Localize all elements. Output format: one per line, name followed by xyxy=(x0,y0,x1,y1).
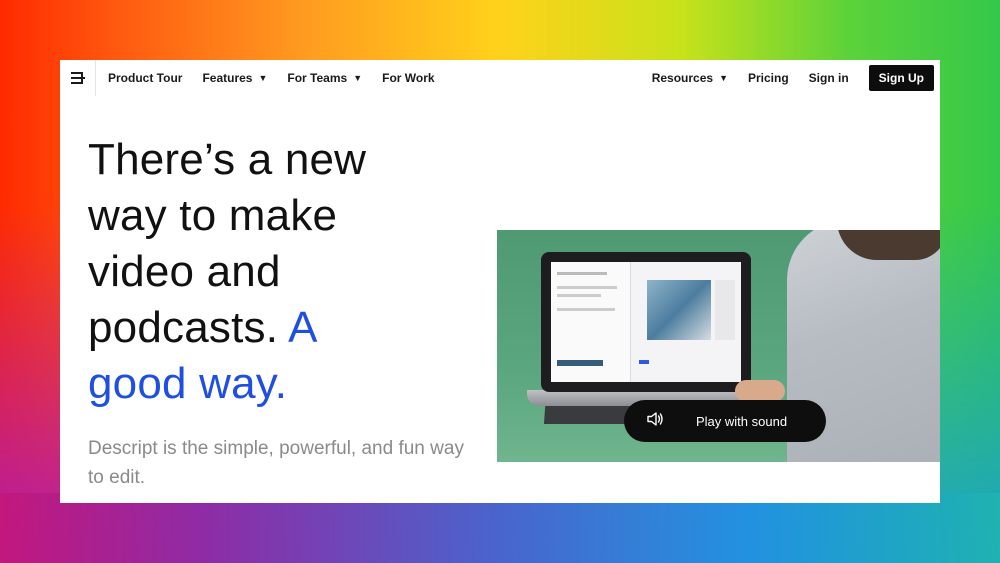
nav-sign-in[interactable]: Sign in xyxy=(809,71,849,85)
laptop-screen-image xyxy=(541,252,751,392)
descript-logo-icon[interactable] xyxy=(60,60,96,96)
headline-accent-a: A xyxy=(288,303,318,352)
nav-for-work[interactable]: For Work xyxy=(382,71,434,85)
app-media-grid-image xyxy=(647,280,711,340)
nav-resources[interactable]: Resources ▼ xyxy=(652,71,728,85)
browser-page: Product Tour Features ▼ For Teams ▼ For … xyxy=(60,60,940,503)
app-line xyxy=(557,308,615,311)
play-with-sound-button[interactable]: Play with sound xyxy=(624,400,826,442)
headline-accent-good-way: good way. xyxy=(88,359,288,408)
nav-features-label: Features xyxy=(202,71,253,85)
headline-line-4: podcasts. xyxy=(88,303,279,352)
nav-for-teams-label: For Teams xyxy=(287,71,348,85)
chevron-down-icon: ▼ xyxy=(353,73,363,83)
nav-resources-label: Resources xyxy=(651,71,714,85)
app-line xyxy=(557,294,601,297)
nav-features[interactable]: Features ▼ xyxy=(202,71,267,85)
play-with-sound-label: Play with sound xyxy=(696,413,788,429)
background-gradient-band xyxy=(0,493,1000,563)
headline-line-1: There’s a new xyxy=(88,135,367,184)
hero-headline: There’s a new way to make video and podc… xyxy=(88,132,488,412)
app-sidebar-image xyxy=(551,262,631,382)
app-screenshot-image xyxy=(551,262,741,382)
headline-line-2: way to make xyxy=(88,191,338,240)
sign-up-button[interactable]: Sign Up xyxy=(868,65,934,91)
app-line xyxy=(557,272,607,275)
chevron-down-icon: ▼ xyxy=(258,73,268,83)
app-timeline-thumb xyxy=(557,360,603,366)
chevron-down-icon: ▼ xyxy=(719,73,728,83)
hero-subtext: Descript is the simple, powerful, and fu… xyxy=(88,438,464,488)
headline-line-3: video and xyxy=(88,247,281,296)
nav-for-teams[interactable]: For Teams ▼ xyxy=(287,71,362,85)
speaker-icon xyxy=(646,411,664,432)
hand-image xyxy=(735,380,785,402)
top-nav: Product Tour Features ▼ For Teams ▼ For … xyxy=(60,60,940,96)
nav-product-tour[interactable]: Product Tour xyxy=(108,71,182,85)
app-line xyxy=(557,286,617,289)
app-panel-image xyxy=(715,280,735,340)
nav-pricing[interactable]: Pricing xyxy=(748,71,789,85)
hero-video[interactable]: Play with sound xyxy=(497,230,940,462)
app-blue-button-image xyxy=(639,360,649,364)
